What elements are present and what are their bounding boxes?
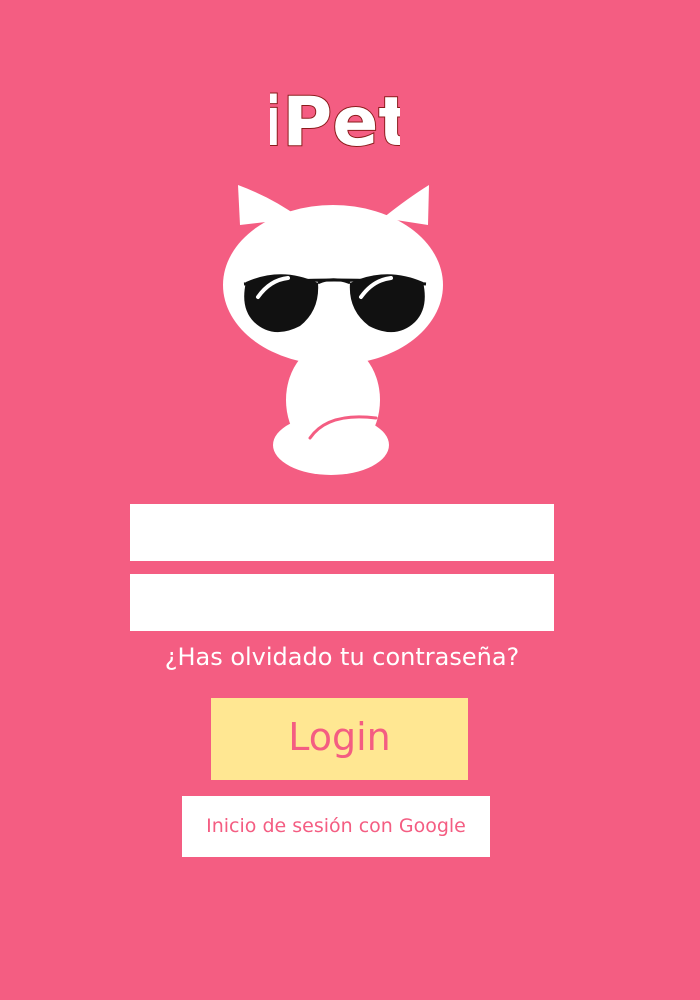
cat-with-sunglasses-icon bbox=[218, 180, 448, 480]
username-input[interactable] bbox=[130, 504, 554, 561]
app-logo: iPet bbox=[270, 80, 400, 155]
login-button[interactable]: Login bbox=[211, 698, 468, 780]
password-input[interactable] bbox=[130, 574, 554, 631]
app-logo-text: iPet bbox=[270, 83, 400, 155]
google-sign-in-button[interactable]: Inicio de sesión con Google bbox=[182, 796, 490, 857]
forgot-password-link[interactable]: ¿Has olvidado tu contraseña? bbox=[130, 637, 554, 677]
